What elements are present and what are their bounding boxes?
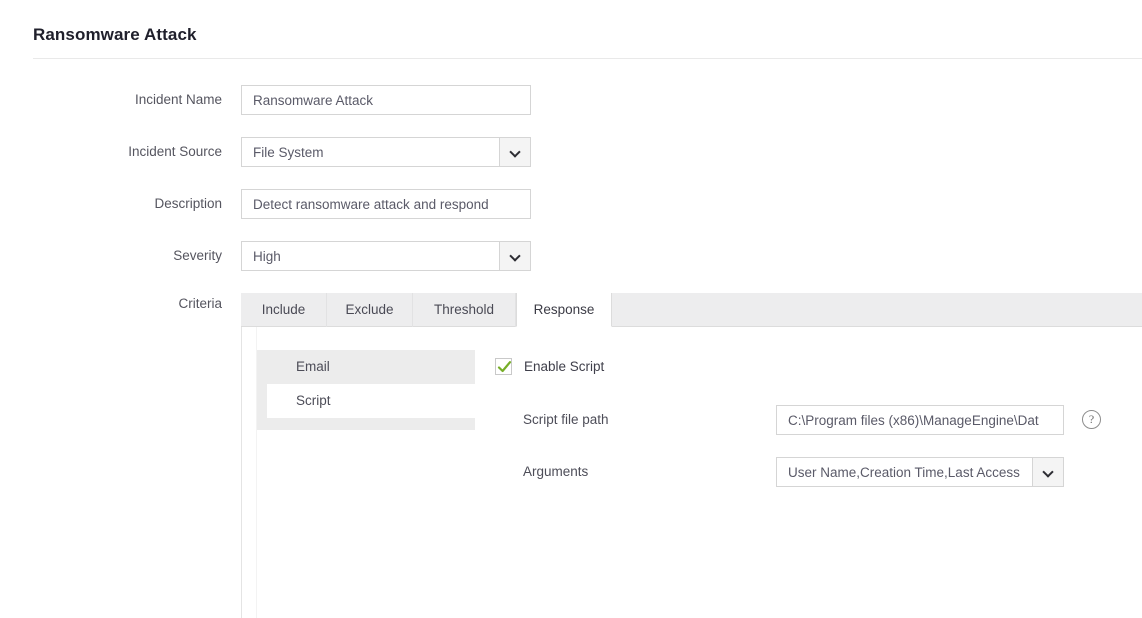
criteria-label: Criteria — [0, 296, 222, 311]
arguments-dropdown-button[interactable] — [1032, 457, 1064, 487]
enable-script-label: Enable Script — [524, 359, 604, 374]
description-input[interactable]: Detect ransomware attack and respond — [241, 189, 531, 219]
arguments-value: User Name,Creation Time,Last Access — [788, 458, 1033, 486]
script-file-path-row: Script file path C:\Program files (x86)\… — [242, 405, 1142, 435]
check-icon — [497, 360, 512, 375]
criteria-tabstrip: Include Exclude Threshold Response — [241, 293, 1142, 327]
enable-script-checkbox[interactable] — [495, 358, 512, 375]
incident-source-dropdown-button[interactable] — [499, 137, 531, 167]
script-file-path-value: C:\Program files (x86)\ManageEngine\Dat — [788, 406, 1057, 434]
arguments-label: Arguments — [523, 457, 588, 487]
incident-name-label: Incident Name — [0, 85, 222, 115]
enable-script-row: Enable Script — [495, 358, 604, 375]
incident-source-value: File System — [253, 138, 500, 166]
chevron-down-icon — [1044, 468, 1053, 477]
tab-threshold[interactable]: Threshold — [413, 293, 516, 327]
script-file-path-label: Script file path — [523, 405, 609, 435]
arguments-row: Arguments User Name,Creation Time,Last A… — [242, 457, 1142, 487]
incident-name-value: Ransomware Attack — [253, 86, 500, 114]
header-divider — [33, 58, 1142, 59]
chevron-down-icon — [511, 148, 520, 157]
form-row-incident-source: Incident Source File System — [0, 137, 1142, 167]
description-value: Detect ransomware attack and respond — [253, 190, 500, 218]
severity-select[interactable]: High — [241, 241, 531, 271]
tab-include[interactable]: Include — [241, 293, 327, 327]
description-label: Description — [0, 189, 222, 219]
incident-name-input[interactable]: Ransomware Attack — [241, 85, 531, 115]
chevron-down-icon — [511, 252, 520, 261]
tab-exclude[interactable]: Exclude — [327, 293, 413, 327]
severity-label: Severity — [0, 241, 222, 271]
form-row-severity: Severity High — [0, 241, 1142, 271]
tab-response[interactable]: Response — [516, 293, 612, 327]
form-row-incident-name: Incident Name Ransomware Attack — [0, 85, 1142, 115]
response-tab-panel: Email Script Enable Script Script file p… — [241, 327, 1142, 618]
incident-source-label: Incident Source — [0, 137, 222, 167]
help-circle-icon[interactable]: ? — [1082, 410, 1101, 429]
page-title: Ransomware Attack — [33, 25, 197, 45]
incident-source-select[interactable]: File System — [241, 137, 531, 167]
form-row-description: Description Detect ransomware attack and… — [0, 189, 1142, 219]
arguments-select[interactable]: User Name,Creation Time,Last Access — [776, 457, 1064, 487]
severity-value: High — [253, 242, 500, 270]
side-nav-item-email[interactable]: Email — [257, 350, 475, 384]
script-file-path-input[interactable]: C:\Program files (x86)\ManageEngine\Dat — [776, 405, 1064, 435]
severity-dropdown-button[interactable] — [499, 241, 531, 271]
